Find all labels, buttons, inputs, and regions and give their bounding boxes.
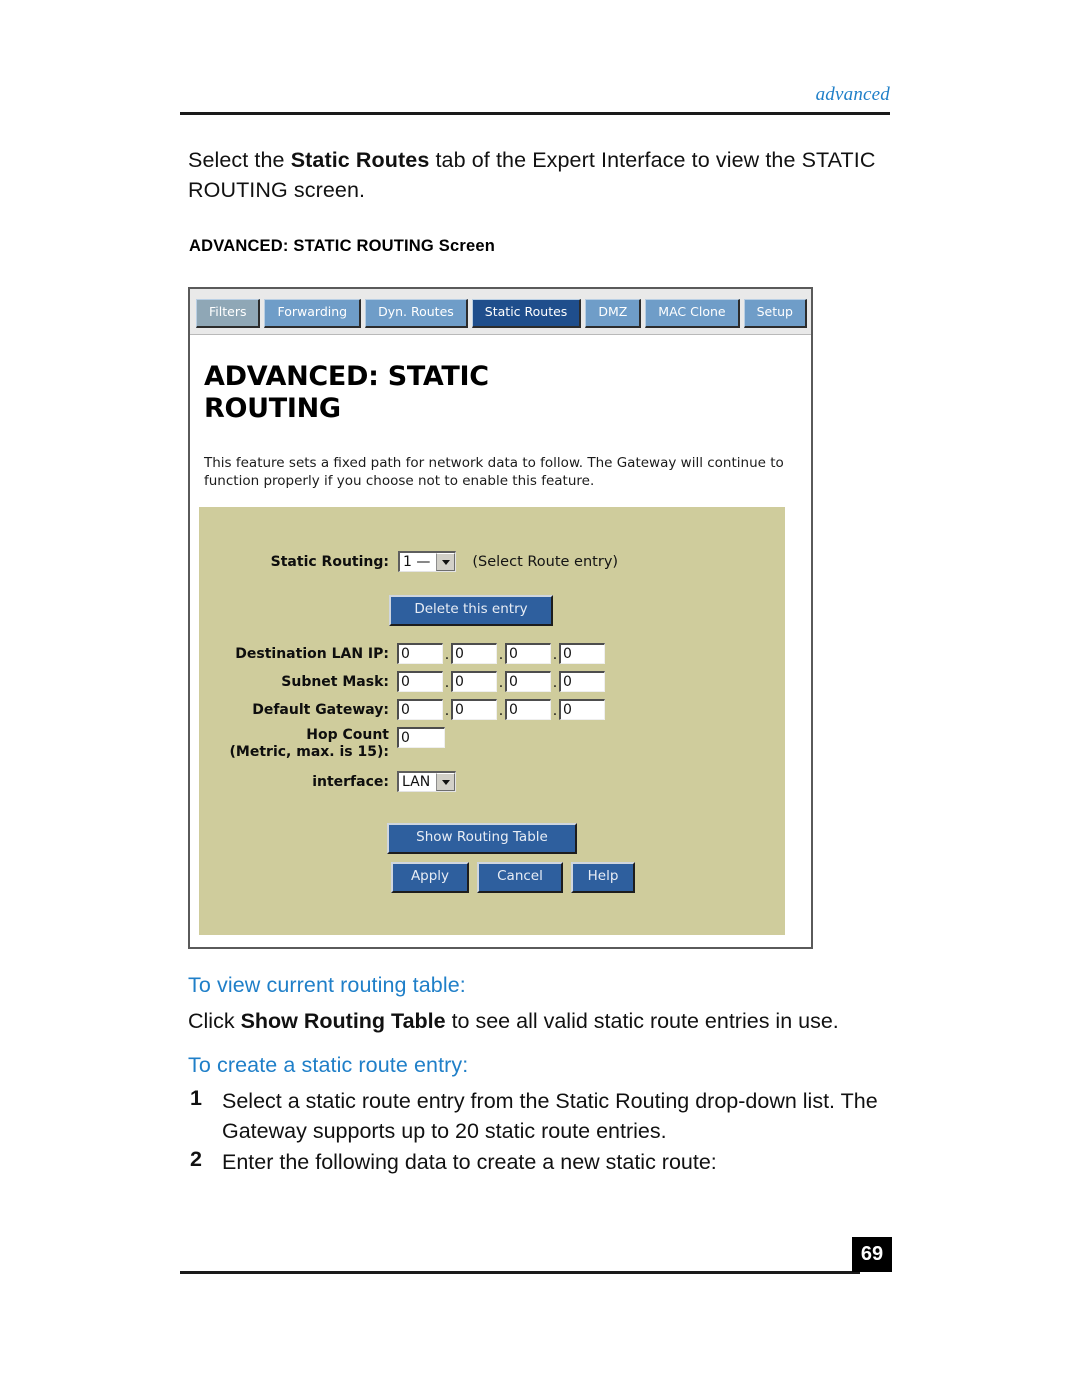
subnet-mask-row: Subnet Mask: 0 . 0 . 0 . 0 bbox=[199, 671, 605, 692]
default-gateway-octet-4[interactable]: 0 bbox=[559, 699, 605, 720]
delete-entry-row: Delete this entry bbox=[389, 595, 553, 626]
step-text-2: Enter the following data to create a new… bbox=[222, 1150, 717, 1174]
static-routing-hint: (Select Route entry) bbox=[472, 553, 619, 570]
tab-list: Filters Forwarding Dyn. Routes Static Ro… bbox=[196, 299, 807, 328]
page-title: ADVANCED: STATIC ROUTING bbox=[204, 361, 489, 424]
hop-count-label: Hop Count (Metric, max. is 15): bbox=[199, 727, 389, 761]
ip-separator-dot: . bbox=[444, 675, 450, 691]
section-body-view-routing-table: Click Show Routing Table to see all vali… bbox=[188, 1006, 888, 1036]
ip-separator-dot: . bbox=[498, 703, 504, 719]
subnet-mask-octet-4[interactable]: 0 bbox=[559, 671, 605, 692]
step-number-2: 2 bbox=[190, 1147, 202, 1171]
subnet-mask-octet-1[interactable]: 0 bbox=[397, 671, 443, 692]
ip-separator-dot: . bbox=[444, 647, 450, 663]
running-header: advanced bbox=[815, 84, 890, 105]
cancel-button[interactable]: Cancel bbox=[477, 862, 563, 893]
chevron-down-icon bbox=[436, 773, 456, 791]
static-routing-form-panel: Static Routing: 1 — (Select Route entry)… bbox=[199, 507, 785, 935]
tab-dyn-routes[interactable]: Dyn. Routes bbox=[365, 299, 468, 328]
ip-separator-dot: . bbox=[552, 703, 558, 719]
interface-label: interface: bbox=[312, 773, 389, 790]
body-text-after: to see all valid static route entries in… bbox=[445, 1009, 839, 1033]
subnet-mask-label: Subnet Mask: bbox=[281, 673, 389, 690]
interface-select[interactable]: LAN bbox=[397, 771, 457, 792]
ip-separator-dot: . bbox=[552, 647, 558, 663]
intro-text-bold: Static Routes bbox=[290, 148, 430, 172]
static-routing-row: Static Routing: 1 — (Select Route entry) bbox=[199, 551, 765, 572]
chevron-down-icon bbox=[436, 553, 456, 571]
ip-separator-dot: . bbox=[498, 675, 504, 691]
static-routing-select-value: 1 — bbox=[403, 554, 431, 570]
tab-filters[interactable]: Filters bbox=[196, 299, 261, 328]
header-rule bbox=[180, 112, 890, 115]
static-routing-label: Static Routing: bbox=[270, 553, 389, 570]
ip-separator-dot: . bbox=[444, 703, 450, 719]
section-heading-create-static-route: To create a static route entry: bbox=[188, 1053, 469, 1077]
ip-separator-dot: . bbox=[552, 675, 558, 691]
footer-rule bbox=[180, 1271, 860, 1274]
body-text-before: Click bbox=[188, 1009, 241, 1033]
help-button[interactable]: Help bbox=[571, 862, 635, 893]
static-routing-select[interactable]: 1 — bbox=[398, 551, 457, 572]
default-gateway-label: Default Gateway: bbox=[252, 701, 389, 718]
default-gateway-octet-2[interactable]: 0 bbox=[451, 699, 497, 720]
default-gateway-row: Default Gateway: 0 . 0 . 0 . 0 bbox=[199, 699, 605, 720]
destination-lan-ip-row: Destination LAN IP: 0 . 0 . 0 . 0 bbox=[199, 643, 605, 664]
destination-lan-ip-label: Destination LAN IP: bbox=[235, 645, 389, 662]
tab-forwarding[interactable]: Forwarding bbox=[264, 299, 362, 328]
step-number-1: 1 bbox=[190, 1086, 202, 1110]
destination-lan-ip-octet-1[interactable]: 0 bbox=[397, 643, 443, 664]
default-gateway-octet-3[interactable]: 0 bbox=[505, 699, 551, 720]
subnet-mask-octet-3[interactable]: 0 bbox=[505, 671, 551, 692]
show-routing-table-row: Show Routing Table bbox=[387, 823, 577, 854]
hop-count-label-line2: (Metric, max. is 15): bbox=[229, 744, 389, 760]
hop-count-row: Hop Count (Metric, max. is 15): 0 bbox=[199, 727, 445, 761]
figure-caption: ADVANCED: STATIC ROUTING Screen bbox=[189, 237, 495, 255]
step-text-1: Select a static route entry from the Sta… bbox=[222, 1089, 878, 1143]
tab-static-routes[interactable]: Static Routes bbox=[471, 299, 582, 328]
apply-button[interactable]: Apply bbox=[391, 862, 469, 893]
page-number: 69 bbox=[852, 1237, 892, 1272]
destination-lan-ip-octet-2[interactable]: 0 bbox=[451, 643, 497, 664]
show-routing-table-button[interactable]: Show Routing Table bbox=[387, 823, 577, 854]
intro-text-before: Select the bbox=[188, 148, 291, 172]
body-text-bold: Show Routing Table bbox=[240, 1009, 446, 1033]
section-heading-view-routing-table: To view current routing table: bbox=[188, 973, 466, 997]
hop-count-label-line1: Hop Count bbox=[306, 727, 389, 743]
delete-this-entry-button[interactable]: Delete this entry bbox=[389, 595, 553, 626]
router-ui-screenshot: Filters Forwarding Dyn. Routes Static Ro… bbox=[188, 287, 813, 949]
hop-count-input[interactable]: 0 bbox=[397, 727, 445, 748]
interface-select-value: LAN bbox=[402, 774, 431, 790]
interface-row: interface: LAN bbox=[199, 771, 457, 792]
tab-mac-clone[interactable]: MAC Clone bbox=[645, 299, 740, 328]
form-actions-row: Apply Cancel Help bbox=[391, 862, 635, 893]
tab-bar: Filters Forwarding Dyn. Routes Static Ro… bbox=[190, 289, 811, 335]
default-gateway-octet-1[interactable]: 0 bbox=[397, 699, 443, 720]
tab-setup[interactable]: Setup bbox=[743, 299, 807, 328]
subnet-mask-octet-2[interactable]: 0 bbox=[451, 671, 497, 692]
destination-lan-ip-octet-4[interactable]: 0 bbox=[559, 643, 605, 664]
intro-paragraph: Select the Static Routes tab of the Expe… bbox=[188, 145, 888, 205]
ip-separator-dot: . bbox=[498, 647, 504, 663]
tab-dmz[interactable]: DMZ bbox=[585, 299, 642, 328]
page-description: This feature sets a fixed path for netwo… bbox=[204, 455, 784, 489]
destination-lan-ip-octet-3[interactable]: 0 bbox=[505, 643, 551, 664]
